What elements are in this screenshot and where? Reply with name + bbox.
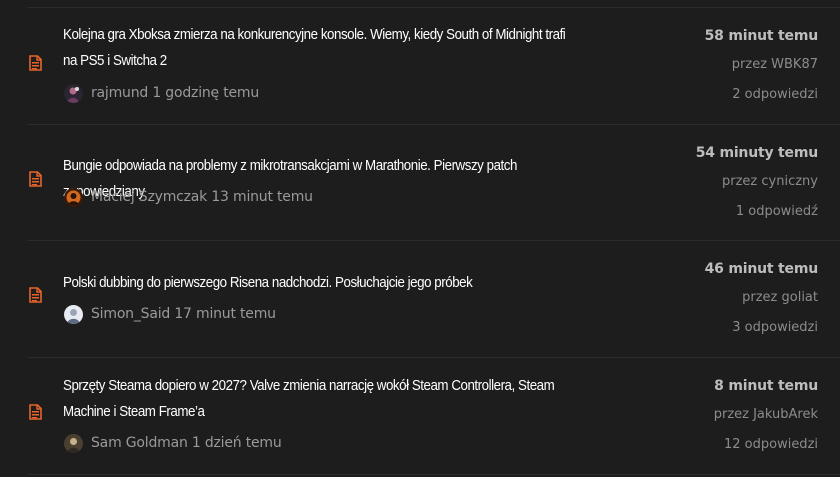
topic-title-link[interactable]: Sprzęty Steama dopiero w 2027? Valve zmi…	[63, 373, 578, 425]
topic-row[interactable]: Kolejna gra Xboksa zmierza na konkurency…	[0, 8, 840, 124]
document-icon	[29, 55, 42, 71]
last-post-author[interactable]: przez goliat	[705, 290, 818, 306]
avatar[interactable]	[64, 433, 83, 453]
topic-author-meta[interactable]: Simon_Said 17 minut temu	[91, 306, 276, 322]
topic-author-row: Maciej Szymczak 13 minut temu	[64, 187, 313, 207]
last-post-time[interactable]: 54 minuty temu	[696, 145, 819, 161]
reply-count: 3 odpowiedzi	[732, 320, 818, 335]
last-post-author[interactable]: przez cyniczny	[696, 174, 818, 190]
last-post-time[interactable]: 8 minut temu	[714, 378, 818, 394]
topic-author-meta[interactable]: Maciej Szymczak 13 minut temu	[91, 189, 313, 205]
reply-count: 12 odpowiedzi	[723, 437, 818, 452]
topic-author-row: rajmund 1 godzinę temu	[64, 83, 259, 103]
avatar[interactable]	[64, 83, 83, 103]
avatar[interactable]	[64, 187, 83, 207]
topic-author-meta[interactable]: rajmund 1 godzinę temu	[91, 85, 259, 101]
last-post-info: 46 minut temu przez goliat 3 odpowiedzi	[705, 261, 819, 336]
topic-author-row: Simon_Said 17 minut temu	[64, 304, 276, 324]
topic-author-row: Sam Goldman 1 dzień temu	[64, 433, 282, 453]
reply-count: 2 odpowiedzi	[732, 87, 818, 102]
topic-row[interactable]: Sprzęty Steama dopiero w 2027? Valve zmi…	[0, 358, 840, 474]
last-post-info: 54 minuty temu przez cyniczny 1 odpowied…	[696, 145, 819, 220]
last-post-time[interactable]: 46 minut temu	[705, 261, 819, 277]
topic-title-link[interactable]: Kolejna gra Xboksa zmierza na konkurency…	[63, 22, 578, 74]
topic-row[interactable]: Polski dubbing do pierwszego Risena nadc…	[0, 241, 840, 357]
topic-author-meta[interactable]: Sam Goldman 1 dzień temu	[91, 435, 282, 451]
document-icon	[29, 171, 42, 187]
last-post-time[interactable]: 58 minut temu	[705, 28, 819, 44]
avatar[interactable]	[64, 304, 83, 324]
last-post-author[interactable]: przez JakubArek	[714, 407, 818, 423]
last-post-author[interactable]: przez WBK87	[705, 57, 818, 73]
topic-list: Kolejna gra Xboksa zmierza na konkurency…	[0, 0, 840, 477]
topic-row[interactable]: Bungie odpowiada na problemy z mikrotran…	[0, 125, 840, 241]
last-post-info: 58 minut temu przez WBK87 2 odpowiedzi	[705, 28, 819, 103]
document-icon	[29, 404, 42, 420]
reply-count: 1 odpowiedź	[735, 204, 818, 219]
topic-title-link[interactable]: Polski dubbing do pierwszego Risena nadc…	[63, 270, 578, 296]
document-icon	[29, 287, 42, 303]
last-post-info: 8 minut temu przez JakubArek 12 odpowied…	[714, 378, 818, 453]
divider	[27, 474, 840, 475]
